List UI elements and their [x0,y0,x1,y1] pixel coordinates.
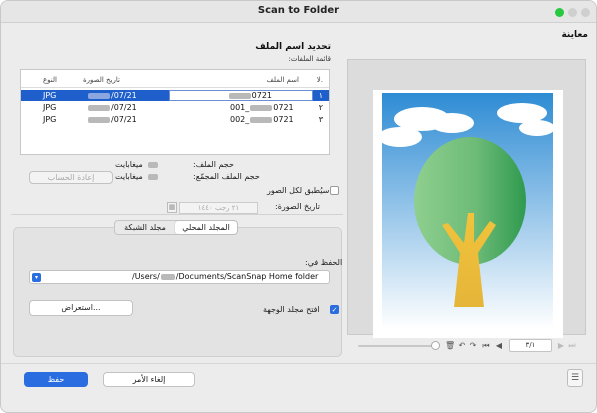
col-image-date[interactable]: تاريخ الصورة [83,76,120,84]
total-size-value [147,172,159,181]
calendar-icon[interactable]: ▦ [167,202,177,213]
image-date-cell: /07/21 [87,115,137,124]
type-cell: JPG [43,91,57,100]
cancel-button[interactable]: إلغاء الأمر [103,372,195,387]
image-date-cell: /07/21 [87,91,137,100]
row-no: ٣ [318,115,323,124]
page-number-field[interactable]: ٣/١ [509,339,552,352]
save-button[interactable]: حفظ [24,372,88,387]
title-bar: Scan to Folder [1,1,596,23]
tab-network-folder[interactable]: مجلد الشبكة [115,221,175,234]
type-cell: JPG [43,115,57,124]
scan-to-folder-window: Scan to Folder معاينة 🗑 ↶ ↷ ⏮ ◀ ٣/١ ▶ ⏭ … [0,0,597,413]
save-in-label: الحفظ في: [305,258,343,267]
apply-all-checkbox[interactable] [330,186,339,195]
image-date-field[interactable]: ٢١ رجب ١٤٤٠ [179,202,258,214]
rotate-left-icon[interactable]: ↶ [457,341,467,350]
tab-local-folder[interactable]: المجلد المحلي [175,221,237,234]
save-path-text: /Users//Documents/ScanSnap Home folder [132,272,319,281]
filename-cell: 002_ 0721 [230,115,294,124]
image-date-label: تاريخ الصورة: [275,202,320,211]
total-size-label: حجم الملف المجمّع: [193,172,260,181]
type-cell: JPG [43,103,57,112]
zoom-slider-track[interactable] [358,345,436,347]
filename-edit-field[interactable]: 0721 [169,90,313,101]
preview-label: معاينة [561,30,588,40]
col-type[interactable]: النوع [43,76,57,84]
scanned-image [382,93,553,329]
save-location-group [13,227,342,357]
filename-text: 0721 [251,91,272,100]
first-page-icon[interactable]: ⏮ [481,341,491,351]
menu-icon[interactable]: ☰ [567,369,583,387]
zoom-slider-knob[interactable] [431,341,440,350]
browse-button[interactable]: استعراض... [29,300,133,316]
rename-section-title: تحديد اسم الملف [255,42,331,52]
file-size-unit: ميغابايت [115,160,143,169]
table-header: لا. اسم الملف تاريخ الصورة النوع [21,70,329,88]
save-path-select[interactable]: ▾ /Users//Documents/ScanSnap Home folder [29,270,330,284]
table-row[interactable]: ٢ 001_ 0721 /07/21 JPG [21,102,329,113]
image-date-cell: /07/21 [87,103,137,112]
table-row[interactable]: ١ 0721 /07/21 JPG [21,90,329,101]
section-divider [11,214,343,215]
col-no[interactable]: لا. [317,76,323,84]
table-row[interactable]: ٣ 002_ 0721 /07/21 JPG [21,114,329,125]
file-size-value [147,160,159,169]
next-page-icon[interactable]: ▶ [556,341,566,350]
zoom-button[interactable] [555,8,564,17]
previous-page-icon[interactable]: ◀ [494,341,504,350]
file-list-label: قائمة الملفات: [288,55,331,63]
open-folder-checkbox[interactable]: ✓ [330,305,339,314]
file-list-table: لا. اسم الملف تاريخ الصورة النوع ١ 0721 … [20,69,330,155]
filename-cell: 001_ 0721 [230,103,294,112]
footer-divider [1,363,596,364]
minimize-button[interactable] [568,8,577,17]
recalculate-button[interactable]: إعادة الحساب [29,171,113,184]
folder-type-segmented-control: المجلد المحلي مجلد الشبكة [114,220,238,235]
rotate-right-icon[interactable]: ↷ [468,341,478,350]
chevron-down-icon: ▾ [32,273,41,282]
open-folder-label: افتح مجلد الوجهة [263,305,320,314]
total-size-unit: ميغابايت [115,172,143,181]
window-title: Scan to Folder [257,5,340,16]
row-no: ١ [318,91,323,100]
delete-page-icon[interactable]: 🗑 [445,341,455,350]
file-size-label: حجم الملف: [193,160,234,169]
apply-all-label: سيُطبق لكل الصور [267,186,330,195]
col-filename[interactable]: اسم الملف [267,76,299,84]
row-no: ٢ [318,103,323,112]
last-page-icon[interactable]: ⏭ [567,341,577,351]
close-button[interactable] [581,8,590,17]
